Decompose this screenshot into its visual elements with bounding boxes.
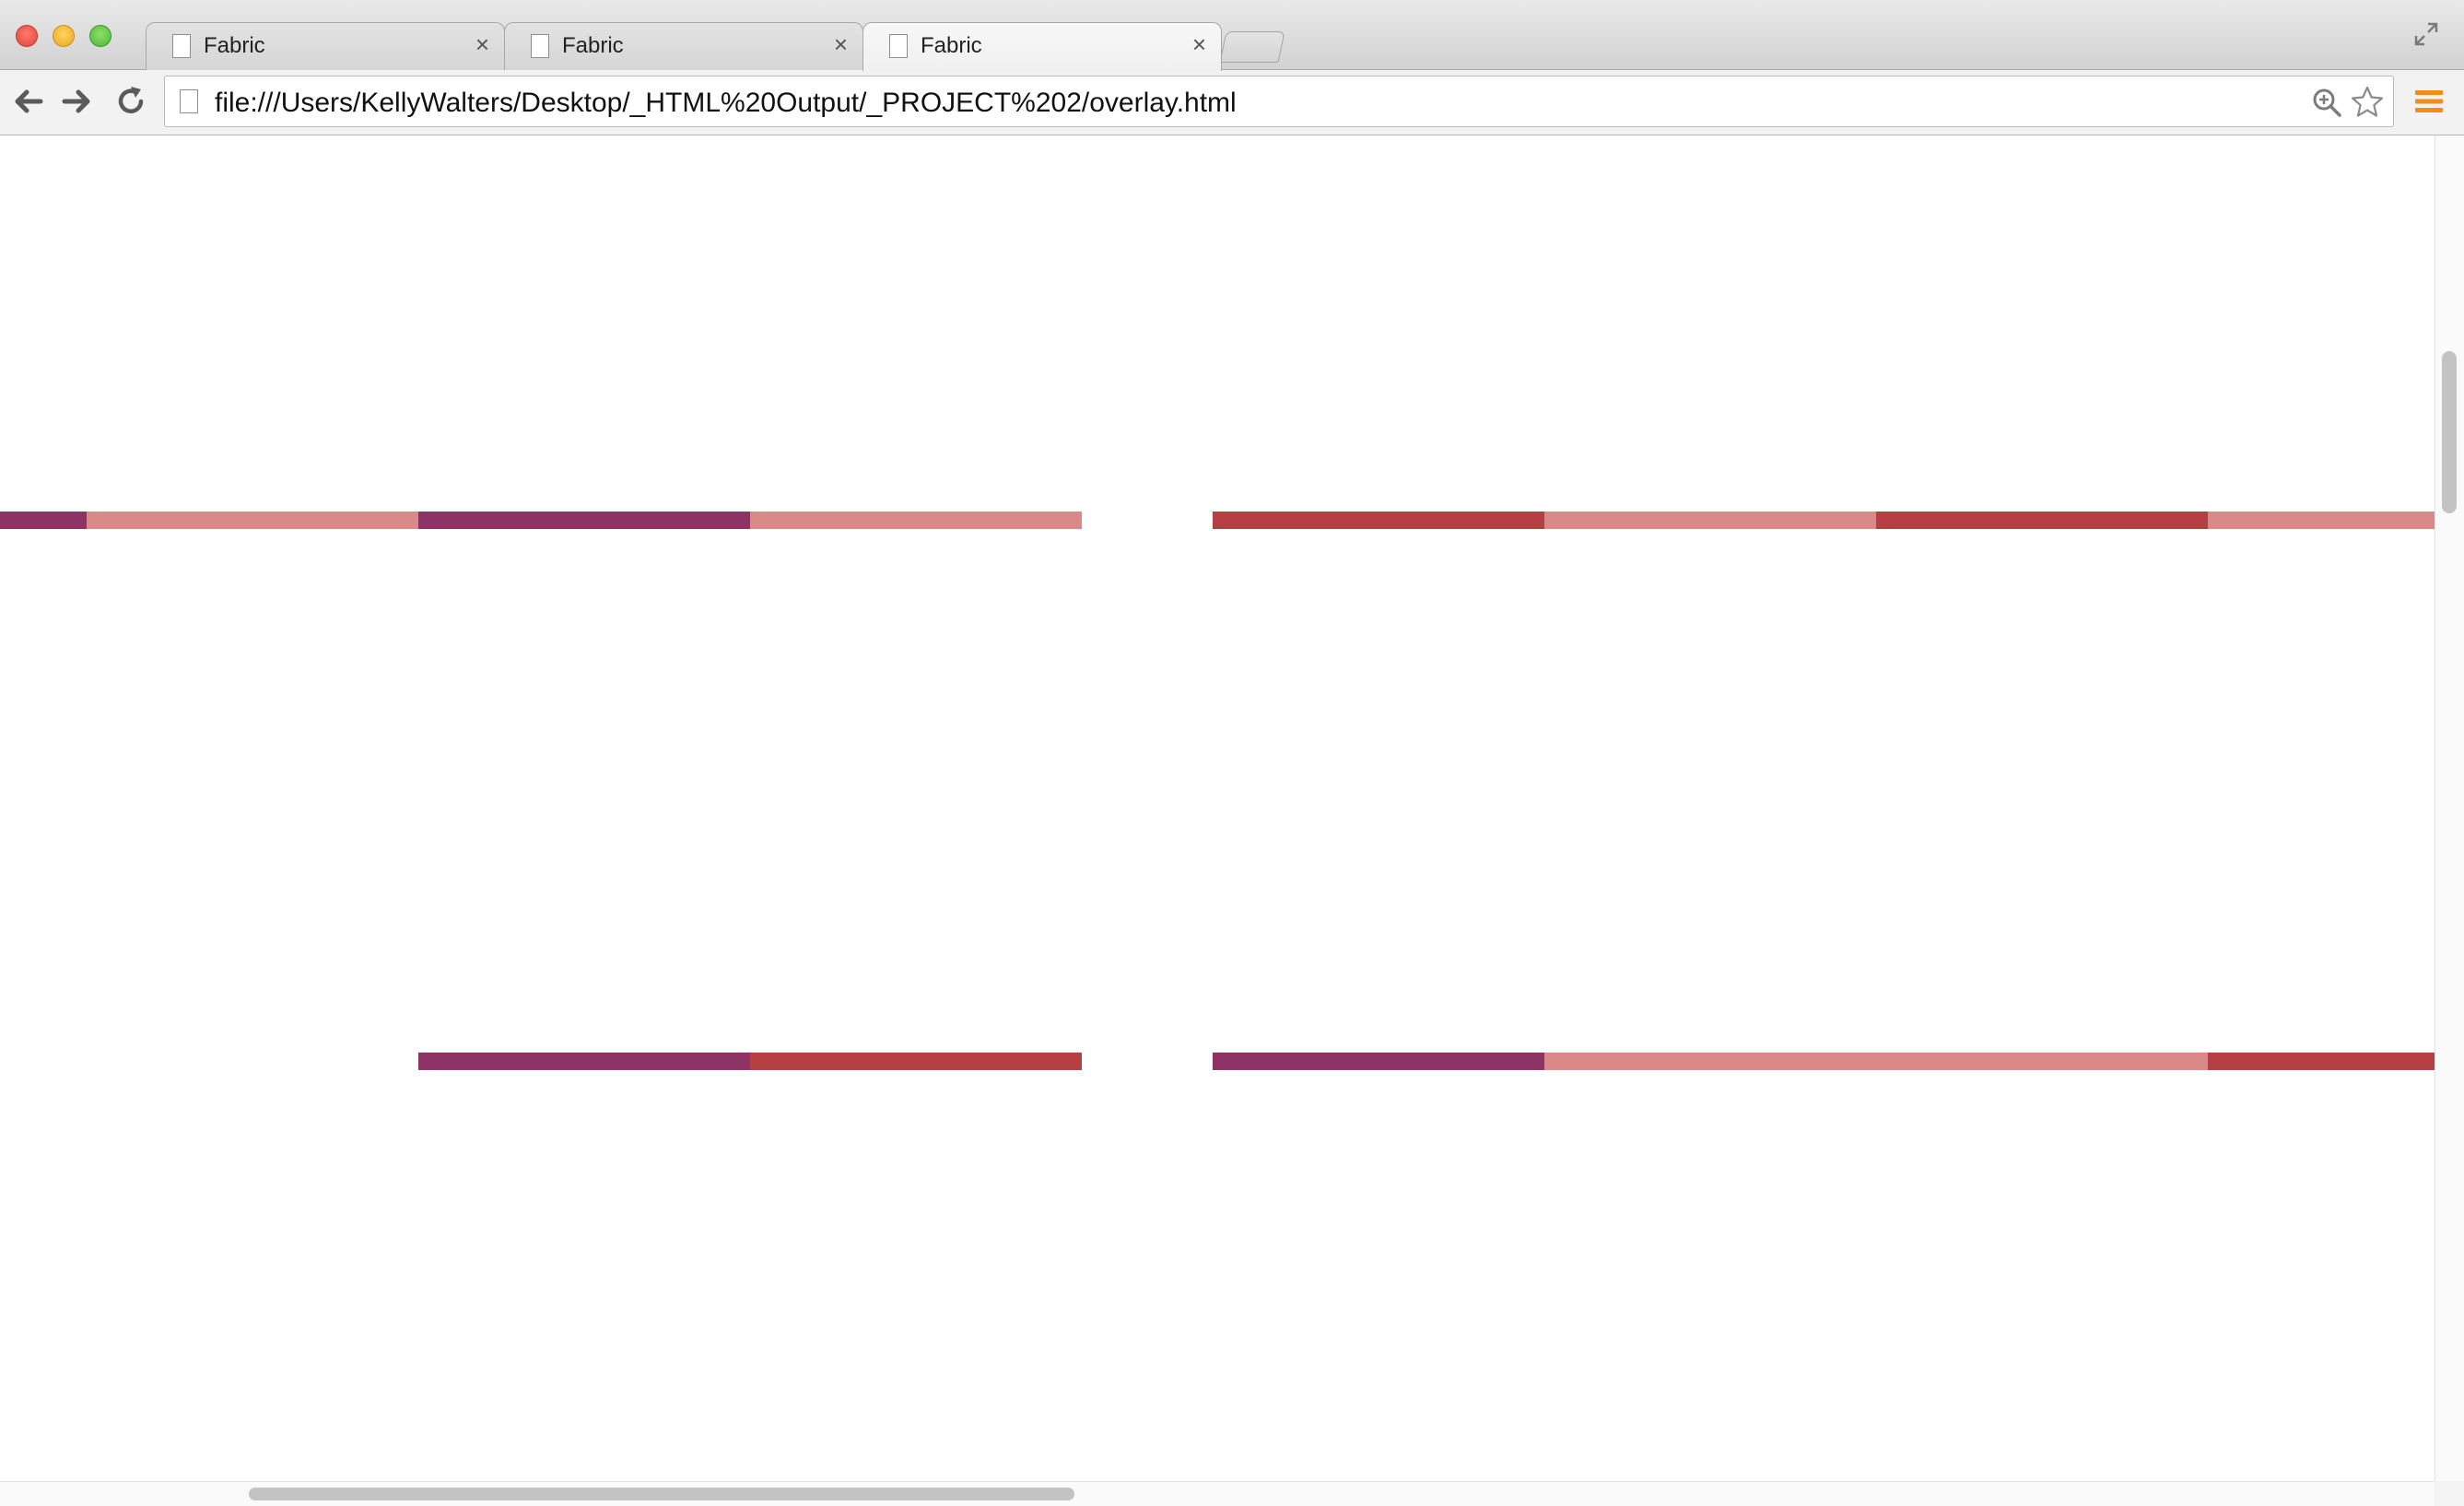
tab-title: Fabric <box>204 33 265 58</box>
stripe-segment <box>418 512 750 529</box>
page-icon <box>180 89 198 113</box>
stripe-segment <box>418 1053 750 1070</box>
tab-close-button[interactable]: × <box>1192 30 1206 58</box>
stripe-segment <box>750 512 1082 529</box>
tab-title: Fabric <box>562 33 624 58</box>
tab-title: Fabric <box>921 33 982 58</box>
zoom-magnifier-icon[interactable] <box>2310 86 2343 119</box>
horizontal-scrollbar[interactable] <box>0 1481 2435 1506</box>
stripe-segment <box>1213 1053 1544 1070</box>
stripe-segment <box>2208 512 2435 529</box>
stripe-segment <box>750 1053 1082 1070</box>
browser-titlebar: Fabric × Fabric × Fabric × <box>0 0 2464 71</box>
scrollbar-corner <box>2435 1481 2464 1506</box>
horizontal-scrollbar-thumb[interactable] <box>249 1488 1074 1500</box>
page-icon <box>531 34 549 58</box>
address-bar-url[interactable]: file:///Users/KellyWalters/Desktop/_HTML… <box>215 88 1237 119</box>
stripe-segment <box>1544 512 1876 529</box>
window-close-button[interactable] <box>16 25 38 47</box>
vertical-scrollbar[interactable] <box>2435 135 2464 1481</box>
address-bar[interactable]: file:///Users/KellyWalters/Desktop/_HTML… <box>164 76 2394 127</box>
stripe-segment <box>1213 512 1544 529</box>
tab-close-button[interactable]: × <box>475 30 489 58</box>
page-icon <box>172 34 191 58</box>
forward-arrow-icon[interactable] <box>59 83 96 120</box>
stripe-segment <box>0 512 87 529</box>
stripe-segment <box>2208 1053 2435 1070</box>
page-content <box>0 135 2435 1481</box>
bookmark-star-icon[interactable] <box>2349 84 2386 121</box>
browser-toolbar: file:///Users/KellyWalters/Desktop/_HTML… <box>0 70 2464 135</box>
back-arrow-icon[interactable] <box>9 83 46 120</box>
new-tab-button[interactable] <box>1219 31 1285 63</box>
tab-close-button[interactable]: × <box>834 30 848 58</box>
tab-1[interactable]: Fabric × <box>146 22 505 70</box>
vertical-scrollbar-thumb[interactable] <box>2442 351 2457 513</box>
reload-icon[interactable] <box>112 83 149 120</box>
menu-icon[interactable] <box>2412 85 2446 118</box>
stripe-segment <box>87 512 418 529</box>
tab-2[interactable]: Fabric × <box>504 22 863 70</box>
stripe-segment <box>1544 1053 2208 1070</box>
window-zoom-button[interactable] <box>89 25 111 47</box>
fullscreen-icon[interactable] <box>2412 20 2440 48</box>
tab-3-active[interactable]: Fabric × <box>862 22 1222 71</box>
page-icon <box>889 34 908 58</box>
stripe-segment <box>1876 512 2208 529</box>
window-minimize-button[interactable] <box>53 25 75 47</box>
